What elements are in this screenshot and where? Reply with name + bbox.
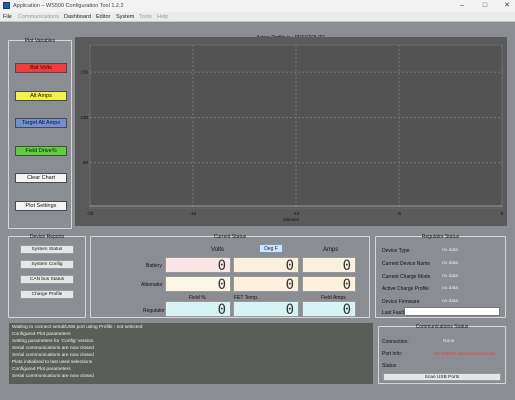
connection-value: None (443, 339, 455, 344)
target-alt-amps-button[interactable]: Target Alt Amps (15, 118, 67, 128)
alt-temp-box: 0 (233, 276, 299, 293)
field-pct-value: 0 (217, 302, 226, 318)
battery-temp-box: 0 (233, 257, 299, 274)
field-pct-box: 0 (165, 301, 231, 318)
firmware-label: Device Firmware (382, 299, 420, 305)
battery-amps-box: 0 (302, 257, 356, 274)
charge-profile-button[interactable]: Charge Profile (20, 290, 74, 299)
menu-editor[interactable]: Editor (96, 14, 110, 20)
log-line: Serial communications are now closed (12, 353, 94, 358)
current-status-title: Current Status (213, 234, 247, 240)
volts-header: Volts (211, 247, 225, 253)
log-line: Plots initialized to last used selection… (12, 360, 93, 365)
device-reports-title: Device Reports (29, 234, 65, 240)
log-line: Configured Plot parameters (12, 367, 71, 372)
device-reports-group: Device Reports System Status System Conf… (8, 234, 86, 318)
fet-temp-value: 0 (285, 302, 294, 318)
window-title: Application – WS500 Configuration Tool 1… (13, 3, 124, 9)
plot-settings-button[interactable]: Plot Settings (15, 201, 67, 211)
scan-usb-ports-button[interactable]: Scan USB Ports (383, 373, 501, 381)
plot-variables-title: Plot Variables (24, 38, 56, 44)
charge-mode-label: Current Charge Mode (382, 274, 431, 280)
x-tick-label: -15 (190, 211, 197, 216)
menu-file[interactable]: File (3, 14, 12, 20)
comms-status-group: Communications Status Connection: None P… (378, 324, 506, 384)
regulator-status-title: Regulator Status (421, 234, 460, 240)
menu-bar: File Communications Dashboard Editor Sys… (0, 12, 515, 22)
minimize-icon[interactable]: – (457, 1, 467, 11)
message-log[interactable]: Waiting to connect serial/USB port using… (9, 323, 373, 384)
firmware-value: no data (442, 299, 459, 304)
close-icon[interactable]: ✕ (502, 1, 512, 11)
device-name-label: Current Device Name (382, 261, 431, 267)
y-tick-labels: 150 100 50 (80, 70, 88, 166)
alt-amps-value: 0 (342, 277, 351, 293)
alternator-row-label: Alternator (141, 282, 163, 288)
system-config-button[interactable]: System Config (20, 260, 74, 269)
x-axis-label: minutes (283, 217, 299, 222)
device-name-value: no data (442, 261, 459, 266)
status-label: Status (382, 363, 397, 369)
regulator-status-group: Regulator Status Device Type no data Cur… (375, 234, 506, 318)
x-tick-label: 0 (501, 211, 504, 216)
log-line: Setting parameters for 'Config' version. (12, 339, 95, 344)
system-status-button[interactable]: System Status (20, 245, 74, 254)
connection-label: Connection: (382, 339, 409, 345)
x-tick-labels: -20 -15 -10 -5 0 (87, 211, 504, 216)
comms-status-title: Communications Status (415, 324, 469, 330)
battery-amps-value: 0 (342, 258, 351, 274)
battery-temp-value: 0 (285, 258, 294, 274)
x-tick-label: -5 (397, 211, 401, 216)
title-bar: Application – WS500 Configuration Tool 1… (0, 0, 515, 12)
menu-help[interactable]: Help (157, 14, 168, 20)
menu-system[interactable]: System (116, 14, 134, 20)
clear-chart-button[interactable]: Clear Chart (15, 173, 67, 183)
charge-profile-value: no data (442, 286, 459, 291)
can-bus-status-button[interactable]: CAN bus Status (20, 275, 74, 284)
maximize-icon[interactable]: □ (480, 1, 490, 11)
menu-tools[interactable]: Tools (139, 14, 152, 20)
x-tick-label: -20 (87, 211, 94, 216)
device-type-label: Device Type (382, 248, 410, 254)
amps-header: Amps (323, 247, 339, 253)
plot-variables-group: Plot Variables Bat Volts Alt Amps Target… (8, 38, 72, 229)
chart-svg: -20 -15 -10 -5 0 150 100 50 (80, 44, 504, 216)
chart-area: -20 -15 -10 -5 0 150 100 50 minutes (75, 37, 507, 226)
alt-volts-value: 0 (217, 277, 226, 293)
app-icon (3, 2, 10, 9)
alt-temp-value: 0 (285, 277, 294, 293)
field-drive-button[interactable]: Field Drive% (15, 146, 67, 156)
regulator-row-label: Regulator (143, 308, 165, 314)
alt-amps-button[interactable]: Alt Amps (15, 91, 67, 101)
y-tick-label: 50 (83, 160, 89, 165)
field-amps-value: 0 (342, 302, 351, 318)
bat-volts-button[interactable]: Bat Volts (15, 63, 67, 73)
last-fault-field[interactable] (404, 307, 500, 316)
log-line: Serial communications are now closed (12, 374, 94, 379)
device-type-value: no data (442, 248, 459, 253)
battery-volts-value: 0 (217, 258, 226, 274)
log-line: Configured Plot parameters (12, 332, 71, 337)
battery-volts-box: 0 (165, 257, 231, 274)
fet-temp-box: 0 (233, 301, 299, 318)
alt-volts-box: 0 (165, 276, 231, 293)
port-info-label: Port info: (382, 351, 403, 357)
alt-amps-box: 0 (302, 276, 356, 293)
log-line: Serial communications are now closed (12, 346, 94, 351)
y-tick-label: 100 (80, 115, 88, 120)
port-info-value: No WS500 connections found (434, 351, 495, 356)
log-line: Waiting to connect serial/USB port using… (12, 325, 143, 330)
battery-row-label: Battery (146, 263, 162, 269)
menu-dashboard[interactable]: Dashboard (64, 14, 91, 20)
x-tick-label: -10 (293, 211, 300, 216)
charge-mode-value: no data (442, 274, 459, 279)
field-amps-box: 0 (302, 301, 356, 318)
deg-f-button[interactable]: Deg F (259, 244, 283, 253)
charge-profile-label: Active Charge Profile (382, 286, 429, 292)
last-fault-label: Last Fault (382, 310, 404, 316)
menu-communications[interactable]: Communications (18, 14, 59, 20)
current-status-group: Current Status Volts Deg F Amps Battery … (90, 234, 370, 318)
y-tick-label: 150 (80, 70, 88, 75)
